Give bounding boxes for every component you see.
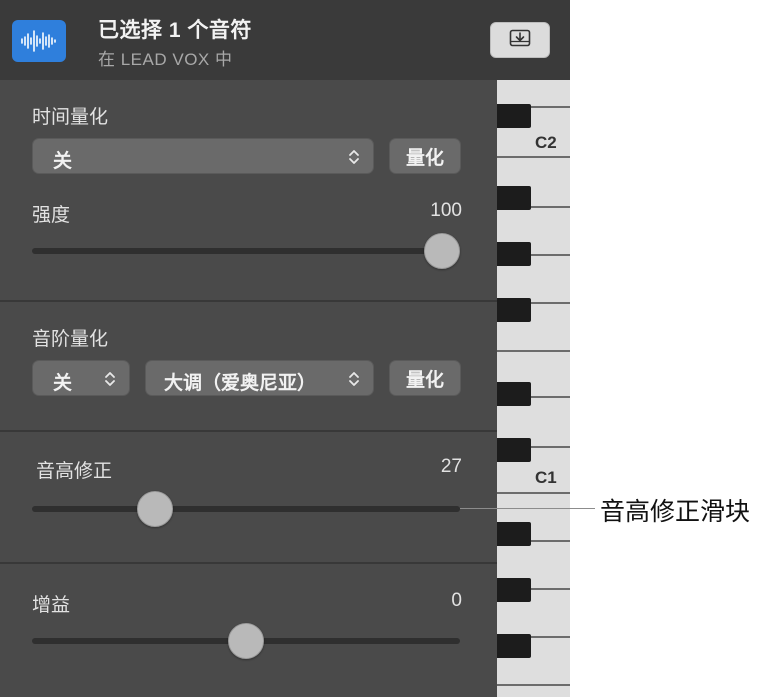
black-key[interactable] <box>497 104 531 128</box>
scale-type-value: 大调（爱奥尼亚） <box>164 373 317 394</box>
strength-slider-thumb[interactable] <box>424 233 460 269</box>
scale-quantize-button[interactable]: 量化 <box>389 360 461 396</box>
time-quantize-button[interactable]: 量化 <box>389 138 461 174</box>
white-key-divider <box>497 156 570 158</box>
strength-value: 100 <box>430 200 462 221</box>
waveform-icon <box>12 20 66 62</box>
pitch-correction-slider-thumb[interactable] <box>137 491 173 527</box>
black-key[interactable] <box>497 578 531 602</box>
key-label-c2: C2 <box>535 133 557 152</box>
callout-line <box>460 508 595 509</box>
strength-slider-track[interactable] <box>32 248 460 254</box>
scale-quantize-key-popup[interactable]: 关 <box>32 360 130 396</box>
gain-value: 0 <box>451 590 462 611</box>
pitch-correction-value: 27 <box>440 456 462 477</box>
white-key-divider <box>497 684 570 686</box>
piano-keyboard: C2 C1 <box>497 80 570 697</box>
time-quantize-value: 关 <box>53 151 73 172</box>
black-key[interactable] <box>497 634 531 658</box>
section-divider <box>0 430 497 432</box>
header-title: 已选择 1 个音符 <box>98 19 252 42</box>
scale-type-popup[interactable]: 大调（爱奥尼亚） <box>145 360 374 396</box>
inspector-sections: 时间量化 关 量化 强度 100 音阶量化 关 大调（爱奥尼亚） 量化 音高修正… <box>0 80 497 697</box>
download-tray-icon <box>509 29 531 52</box>
header-subtitle: 在 LEAD VOX 中 <box>98 50 233 69</box>
up-down-chevron-icon <box>103 369 117 395</box>
strength-label: 强度 <box>32 205 71 226</box>
black-key[interactable] <box>497 522 531 546</box>
scale-quantize-key-value: 关 <box>53 373 73 394</box>
black-key[interactable] <box>497 438 531 462</box>
inspector-header: 已选择 1 个音符 在 LEAD VOX 中 <box>0 0 570 80</box>
pitch-correction-label: 音高修正 <box>36 461 113 482</box>
download-button[interactable] <box>490 22 550 58</box>
black-key[interactable] <box>497 298 531 322</box>
black-key[interactable] <box>497 186 531 210</box>
up-down-chevron-icon <box>347 147 361 173</box>
gain-slider-thumb[interactable] <box>228 623 264 659</box>
pitch-correction-slider-track[interactable] <box>32 506 460 512</box>
section-divider <box>0 562 497 564</box>
up-down-chevron-icon <box>347 369 361 395</box>
time-quantize-label: 时间量化 <box>32 107 109 128</box>
gain-label: 增益 <box>32 595 71 616</box>
scale-quantize-label: 音阶量化 <box>32 329 109 350</box>
black-key[interactable] <box>497 242 531 266</box>
inspector-panel: 已选择 1 个音符 在 LEAD VOX 中 时间量化 关 量化 强度 100 … <box>0 0 570 697</box>
pitch-correction-slider-callout: 音高修正滑块 <box>600 498 751 526</box>
white-key-divider <box>497 492 570 494</box>
key-label-c1: C1 <box>535 468 557 487</box>
time-quantize-popup[interactable]: 关 <box>32 138 374 174</box>
white-key-divider <box>497 350 570 352</box>
black-key[interactable] <box>497 382 531 406</box>
section-divider <box>0 300 497 302</box>
